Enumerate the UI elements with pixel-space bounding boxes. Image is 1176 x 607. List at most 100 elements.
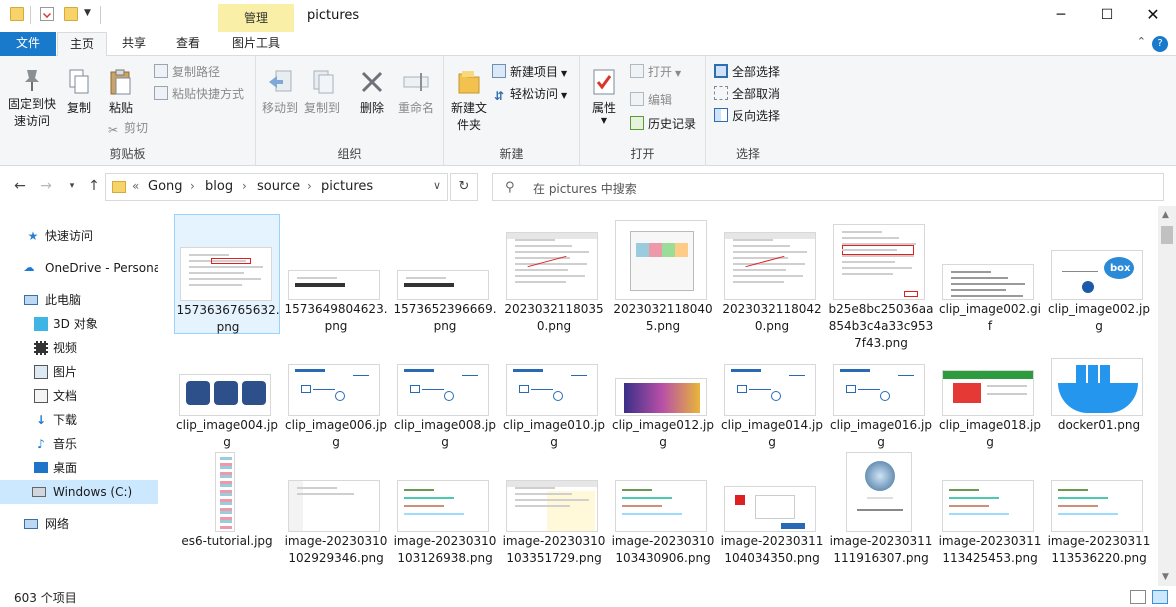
- paste-shortcut-button[interactable]: 粘贴快捷方式: [154, 84, 244, 104]
- file-item[interactable]: 20230321180350.png: [501, 214, 607, 334]
- file-item[interactable]: box clip_image002.jpg: [1046, 214, 1152, 334]
- details-view-icon[interactable]: [1130, 590, 1146, 604]
- file-item[interactable]: 1573636765632.png: [174, 214, 280, 334]
- tab-picture-tools[interactable]: 图片工具: [218, 32, 294, 56]
- file-item[interactable]: image-20230311113425453.png: [937, 446, 1043, 566]
- refresh-icon[interactable]: ↻: [450, 173, 478, 201]
- breadcrumb-gong[interactable]: Gong: [148, 179, 183, 194]
- properties-button[interactable]: 属性 ▼: [586, 68, 622, 125]
- copy-button[interactable]: 复制: [60, 68, 98, 117]
- file-item[interactable]: 1573652396669.png: [392, 214, 498, 334]
- file-item[interactable]: clip_image018.jpg: [937, 330, 1043, 450]
- edit-button[interactable]: 编辑: [630, 90, 672, 110]
- file-item[interactable]: image-20230310103126938.png: [392, 446, 498, 566]
- overflow-icon[interactable]: «: [132, 179, 139, 193]
- properties-icon[interactable]: [40, 7, 54, 21]
- contextual-tab-manage[interactable]: 管理: [218, 4, 294, 32]
- back-icon[interactable]: ←: [10, 176, 30, 196]
- recent-locations-icon[interactable]: ▾: [62, 176, 82, 196]
- cube-icon: [34, 317, 48, 331]
- forward-icon[interactable]: →: [36, 176, 56, 196]
- history-button[interactable]: 历史记录: [630, 114, 696, 134]
- collapse-ribbon-icon[interactable]: ⌃: [1137, 35, 1146, 48]
- breadcrumb-pictures[interactable]: pictures: [321, 179, 373, 194]
- file-item[interactable]: clip_image014.jpg: [719, 330, 825, 450]
- move-to-icon: [269, 70, 292, 92]
- file-item[interactable]: 20230321180405.png: [610, 214, 716, 334]
- easy-access-button[interactable]: ⇵ 轻松访问 ▼: [492, 84, 567, 104]
- tab-share[interactable]: 共享: [110, 32, 158, 56]
- copy-path-button[interactable]: 复制路径: [154, 62, 220, 82]
- breadcrumb-blog[interactable]: blog: [205, 179, 233, 194]
- file-item[interactable]: clip_image002.gif: [937, 214, 1043, 334]
- address-bar[interactable]: « Gong › blog › source › pictures ∨: [105, 173, 448, 201]
- file-item[interactable]: image-20230311111916307.png: [828, 446, 934, 566]
- nav-network[interactable]: 网络: [0, 512, 158, 536]
- delete-button[interactable]: 删除: [352, 68, 392, 117]
- tab-view[interactable]: 查看: [162, 32, 214, 56]
- search-box[interactable]: ⚲ 在 pictures 中搜索: [492, 173, 1164, 201]
- maximize-icon[interactable]: ☐: [1084, 0, 1130, 32]
- new-folder-button[interactable]: 新建文件夹: [446, 68, 492, 134]
- tab-file[interactable]: 文件: [0, 32, 56, 56]
- file-item[interactable]: clip_image010.jpg: [501, 330, 607, 450]
- nav-documents[interactable]: 文档: [0, 384, 158, 408]
- file-item[interactable]: image-20230310102929346.png: [283, 446, 389, 566]
- nav-3d-objects[interactable]: 3D 对象: [0, 312, 158, 336]
- move-to-button[interactable]: 移动到: [260, 68, 300, 117]
- nav-downloads[interactable]: ↓ 下载: [0, 408, 158, 432]
- help-icon[interactable]: ?: [1152, 36, 1168, 52]
- nav-videos[interactable]: 视频: [0, 336, 158, 360]
- file-item[interactable]: image-20230311113536220.png: [1046, 446, 1152, 566]
- nav-quick-access[interactable]: ★ 快速访问: [0, 224, 158, 248]
- file-item[interactable]: image-20230310103430906.png: [610, 446, 716, 566]
- up-icon[interactable]: ↑: [84, 176, 104, 196]
- nav-this-pc[interactable]: 此电脑: [0, 288, 158, 312]
- new-item-button[interactable]: 新建项目 ▼: [492, 62, 567, 82]
- pin-quick-access-button[interactable]: 固定到快速访问: [4, 68, 60, 130]
- vertical-scrollbar[interactable]: ▲ ▼: [1158, 206, 1176, 586]
- file-item[interactable]: clip_image006.jpg: [283, 330, 389, 450]
- nav-windows-c[interactable]: Windows (C:): [0, 480, 158, 504]
- breadcrumb-source[interactable]: source: [257, 179, 300, 194]
- file-item[interactable]: clip_image012.jpg: [610, 330, 716, 450]
- file-item[interactable]: image-20230310103351729.png: [501, 446, 607, 566]
- select-none-button[interactable]: 全部取消: [714, 84, 780, 104]
- scrollbar-thumb[interactable]: [1161, 226, 1173, 244]
- nav-label: 音乐: [53, 437, 78, 451]
- select-all-button[interactable]: 全部选择: [714, 62, 780, 82]
- nav-music[interactable]: ♪ 音乐: [0, 432, 158, 456]
- address-dropdown-icon[interactable]: ∨: [433, 179, 441, 192]
- file-item[interactable]: clip_image004.jpg: [174, 330, 280, 450]
- customize-quick-access-icon[interactable]: ▼: [84, 8, 91, 18]
- nav-onedrive[interactable]: ☁ OneDrive - Persona: [0, 256, 159, 280]
- cut-button[interactable]: ✂ 剪切: [106, 118, 148, 138]
- minimize-icon[interactable]: ─: [1038, 0, 1084, 32]
- file-thumbnail: [833, 220, 925, 300]
- file-thumbnail: [942, 452, 1034, 532]
- file-item[interactable]: image-20230311104034350.png: [719, 446, 825, 566]
- invert-selection-button[interactable]: 反向选择: [714, 106, 780, 126]
- nav-pictures[interactable]: 图片: [0, 360, 158, 384]
- close-icon[interactable]: ✕: [1130, 0, 1176, 32]
- copy-to-button[interactable]: 复制到: [302, 68, 342, 117]
- file-item[interactable]: b25e8bc25036aa854b3c4a33c9537f43.png: [828, 214, 934, 350]
- nav-desktop[interactable]: 桌面: [0, 456, 158, 480]
- copy-to-icon: [313, 70, 334, 94]
- tab-home[interactable]: 主页: [57, 32, 107, 57]
- nav-label: OneDrive - Persona: [45, 261, 158, 275]
- file-item[interactable]: clip_image016.jpg: [828, 330, 934, 450]
- scroll-down-icon[interactable]: ▼: [1162, 572, 1169, 582]
- file-item[interactable]: clip_image008.jpg: [392, 330, 498, 450]
- rename-button[interactable]: 重命名: [394, 68, 438, 117]
- file-name: image-20230310102929346.png: [284, 534, 388, 565]
- scroll-up-icon[interactable]: ▲: [1162, 210, 1169, 220]
- file-item[interactable]: docker01.png: [1046, 330, 1152, 450]
- new-folder-icon[interactable]: [64, 7, 78, 21]
- file-item[interactable]: es6-tutorial.jpg: [174, 446, 280, 566]
- paste-button[interactable]: 粘贴: [100, 68, 142, 117]
- file-item[interactable]: 20230321180420.png: [719, 214, 825, 334]
- file-item[interactable]: 1573649804623.png: [283, 214, 389, 334]
- open-button[interactable]: 打开 ▼: [630, 62, 681, 82]
- large-icons-view-icon[interactable]: [1152, 590, 1168, 604]
